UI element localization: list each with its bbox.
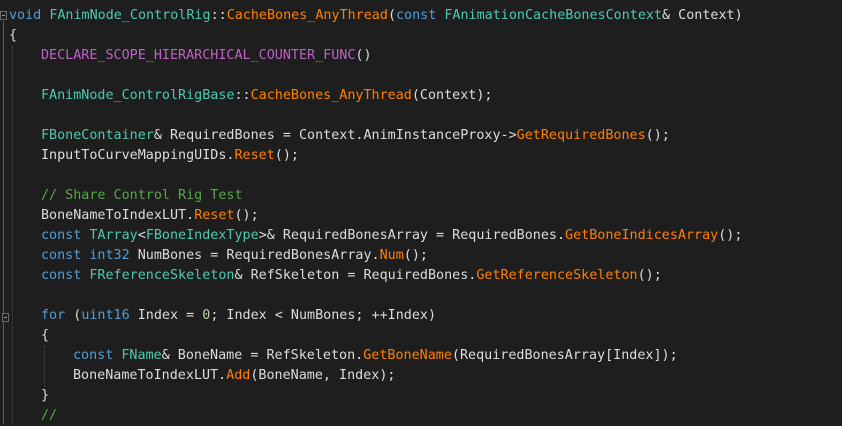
code-token: ( (387, 8, 396, 23)
code-line[interactable]: BoneNameToIndexLUT.Reset(); (41, 206, 259, 226)
code-line[interactable]: // (41, 406, 57, 426)
code-token: () (355, 48, 372, 63)
code-token: ; Index < NumBones; ++Index) (210, 308, 437, 323)
code-line[interactable]: void FAnimNode_ControlRig::CacheBones_An… (9, 6, 743, 26)
code-token: FAnimNode_ControlRigBase (41, 88, 235, 103)
code-token: for (41, 308, 66, 323)
code-token: Reset (194, 208, 235, 223)
code-token: ( (65, 308, 82, 323)
code-token: { (41, 328, 50, 343)
code-line[interactable]: // Share Control Rig Test (41, 186, 243, 206)
code-token: } (41, 388, 50, 403)
code-token: FName (121, 348, 162, 363)
code-token: GetBoneIndicesArray (565, 228, 719, 243)
code-line[interactable]: const int32 NumBones = RequiredBonesArra… (41, 246, 428, 266)
code-token: :: (210, 8, 227, 23)
code-token: InputToCurveMappingUIDs. (41, 148, 235, 163)
indent-guide (12, 46, 13, 424)
fold-gutter (0, 0, 9, 424)
code-token: GetReferenceSkeleton (476, 268, 638, 283)
code-token: (RequiredBonesArray[Index]); (451, 348, 678, 363)
code-token: (); (274, 148, 299, 163)
code-token: :: (234, 88, 251, 103)
collapse-function-icon[interactable] (0, 11, 7, 20)
code-token: < (137, 228, 146, 243)
code-token: const (41, 268, 82, 283)
code-token: (BoneName, Index); (250, 368, 396, 383)
indent-guide (44, 346, 45, 386)
code-token: & RequiredBones = Context.AnimInstancePr… (153, 128, 517, 143)
code-line[interactable]: FAnimNode_ControlRigBase::CacheBones_Any… (41, 86, 492, 106)
code-token: int32 (89, 248, 130, 263)
code-token: FAnimNode_ControlRig (49, 8, 211, 23)
code-token: BoneNameToIndexLUT. (41, 208, 195, 223)
code-line[interactable]: for (uint16 Index = 0; Index < NumBones;… (41, 306, 436, 326)
code-token: // Share Control Rig Test (41, 188, 243, 203)
code-line[interactable]: } (41, 386, 49, 406)
code-token: FBoneIndexType (145, 228, 259, 243)
code-token: DECLARE_SCOPE_HIERARCHICAL_COUNTER_FUNC (41, 48, 356, 63)
fold-line (3, 21, 4, 424)
code-line[interactable]: { (9, 26, 17, 46)
code-token: & RefSkeleton = RequiredBones. (234, 268, 477, 283)
code-token: uint16 (81, 308, 130, 323)
code-token: FBoneContainer (41, 128, 154, 143)
code-token: const (41, 248, 82, 263)
code-token: CacheBones_AnyThread (226, 8, 388, 23)
code-token: { (9, 28, 18, 43)
code-line[interactable]: BoneNameToIndexLUT.Add(BoneName, Index); (73, 366, 396, 386)
code-token: Index = (129, 308, 203, 323)
code-token: BoneNameToIndexLUT. (73, 368, 227, 383)
code-line[interactable]: DECLARE_SCOPE_HIERARCHICAL_COUNTER_FUNC(… (41, 46, 372, 66)
code-token: & Context) (662, 8, 743, 23)
code-token: FAnimationCacheBonesContext (444, 8, 663, 23)
code-token: const (41, 228, 82, 243)
code-token: Num (379, 248, 404, 263)
code-token: & BoneName = RefSkeleton. (161, 348, 364, 363)
code-token: const (73, 348, 114, 363)
code-token: GetBoneName (363, 348, 452, 363)
code-token: (); (403, 248, 428, 263)
code-token: FReferenceSkeleton (89, 268, 235, 283)
code-editor[interactable]: void FAnimNode_ControlRig::CacheBones_An… (0, 0, 842, 424)
code-token: void (9, 8, 42, 23)
code-token: // (41, 408, 58, 423)
code-token: (); (234, 208, 259, 223)
code-line[interactable]: FBoneContainer& RequiredBones = Context.… (41, 126, 670, 146)
code-line[interactable]: const FReferenceSkeleton& RefSkeleton = … (41, 266, 662, 286)
code-token: (); (645, 128, 670, 143)
code-token: const (396, 8, 437, 23)
code-token: GetRequiredBones (516, 128, 646, 143)
collapse-for-loop-icon[interactable] (2, 313, 9, 322)
code-line[interactable]: InputToCurveMappingUIDs.Reset(); (41, 146, 299, 166)
code-token: (); (718, 228, 743, 243)
code-token: TArray (89, 228, 138, 243)
code-token: Add (226, 368, 251, 383)
code-token: (Context); (411, 88, 493, 103)
code-line[interactable]: { (41, 326, 49, 346)
code-line[interactable]: const FName& BoneName = RefSkeleton.GetB… (73, 346, 678, 366)
code-token: NumBones = RequiredBonesArray. (129, 248, 380, 263)
code-token: >& RequiredBonesArray = RequiredBones. (258, 228, 566, 243)
code-token: (); (637, 268, 662, 283)
code-token: CacheBones_AnyThread (250, 88, 412, 103)
code-token: Reset (234, 148, 275, 163)
code-line[interactable]: const TArray<FBoneIndexType>& RequiredBo… (41, 226, 742, 246)
